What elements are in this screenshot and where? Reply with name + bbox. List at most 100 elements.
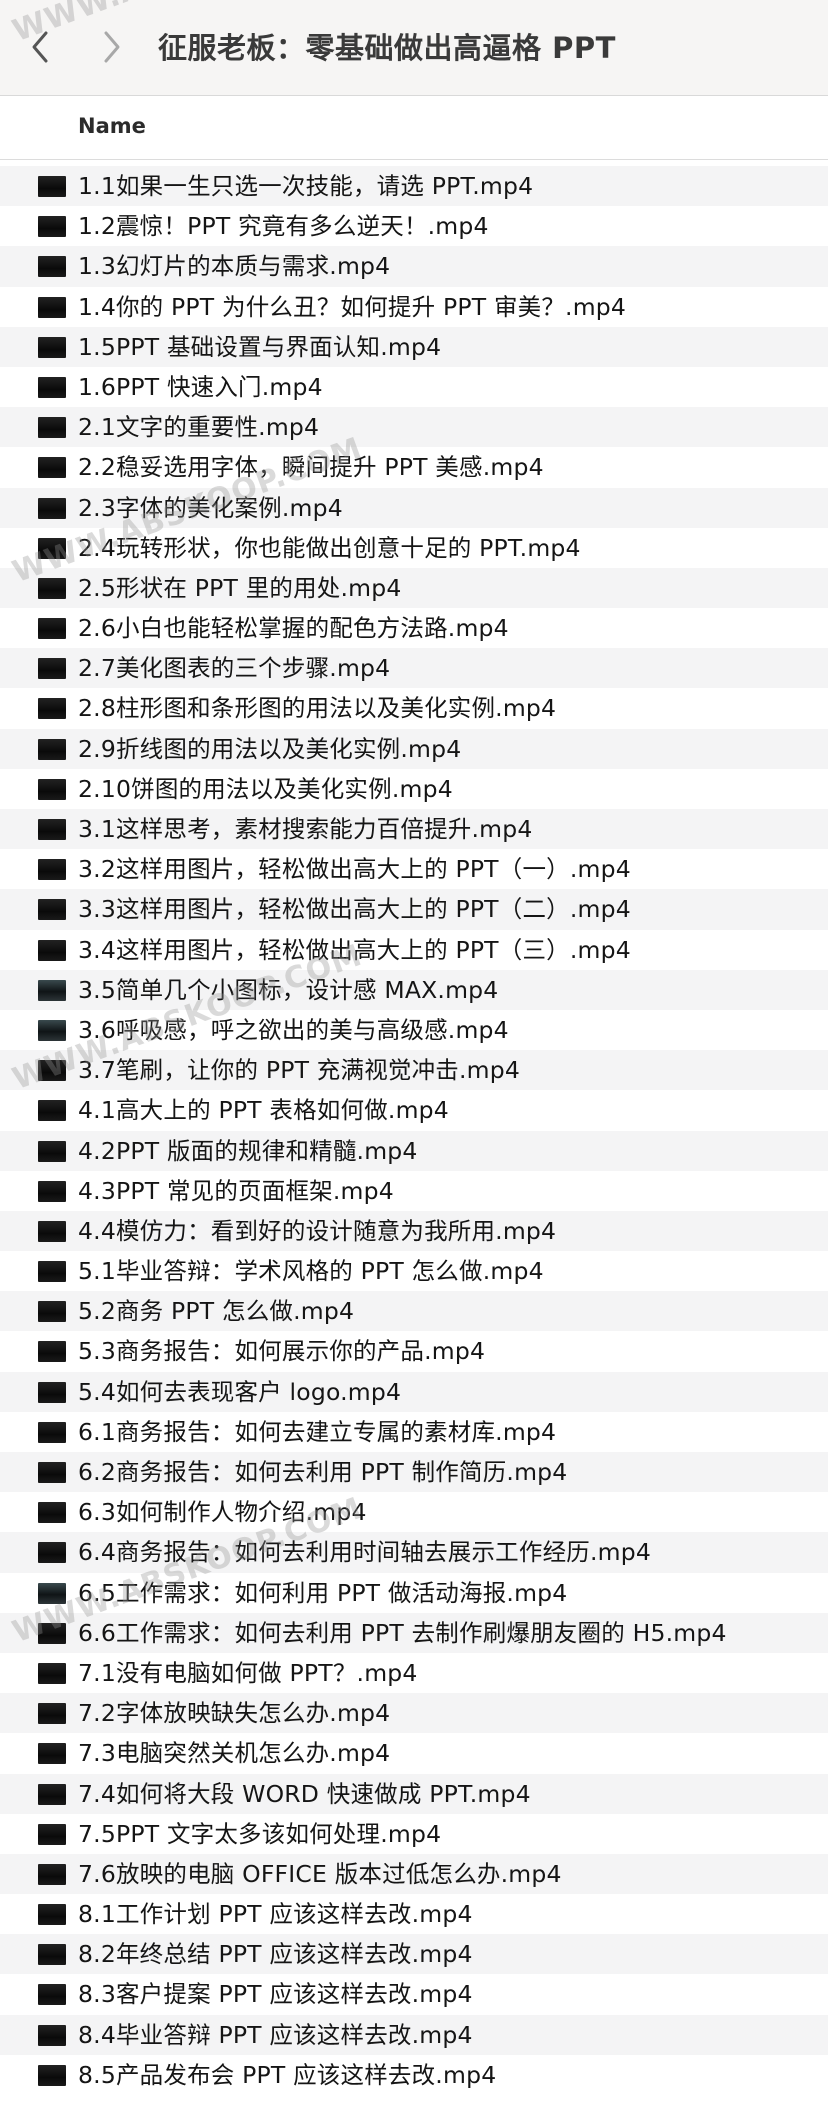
video-file-icon	[38, 1823, 66, 1845]
file-name: 2.5形状在 PPT 里的用处.mp4	[78, 573, 402, 602]
file-row[interactable]: 2.2稳妥选用字体，瞬间提升 PPT 美感.mp4	[0, 447, 828, 487]
file-row[interactable]: 2.3字体的美化案例.mp4	[0, 487, 828, 528]
file-row[interactable]: 6.4商务报告：如何去利用时间轴去展示工作经历.mp4	[0, 1532, 828, 1573]
file-row[interactable]: 2.5形状在 PPT 里的用处.mp4	[0, 567, 828, 609]
video-file-icon	[38, 899, 66, 921]
file-name: 8.3客户提案 PPT 应该这样去改.mp4	[78, 1980, 473, 2009]
video-file-icon	[38, 1904, 66, 1926]
file-row[interactable]: 7.5PPT 文字太多该如何处理.mp4	[0, 1814, 828, 1854]
file-name: 3.5简单几个小图标，设计感 MAX.mp4	[78, 975, 499, 1004]
file-row[interactable]: 2.6小白也能轻松掌握的配色方法路.mp4	[0, 608, 828, 648]
file-name: 3.2这样用图片，轻松做出高大上的 PPT（一）.mp4	[78, 855, 631, 884]
file-row[interactable]: 2.4玩转形状，你也能做出创意十足的 PPT.mp4	[0, 528, 828, 568]
video-file-icon	[38, 1502, 66, 1524]
file-row[interactable]: 6.5工作需求：如何利用 PPT 做活动海报.mp4	[0, 1573, 828, 1613]
file-name: 5.1毕业答辩：学术风格的 PPT 怎么做.mp4	[78, 1257, 544, 1286]
video-file-icon	[38, 1984, 66, 2006]
file-name: 2.3字体的美化案例.mp4	[78, 493, 343, 522]
file-name: 1.4你的 PPT 为什么丑？如何提升 PPT 审美？.mp4	[78, 292, 627, 321]
file-row[interactable]: 3.6呼吸感，呼之欲出的美与高级感.mp4	[0, 1010, 828, 1050]
video-file-icon	[38, 256, 66, 278]
file-row[interactable]: 7.3电脑突然关机怎么办.mp4	[0, 1733, 828, 1773]
video-file-icon	[38, 1662, 66, 1684]
video-file-icon	[38, 1622, 66, 1644]
file-name: 3.3这样用图片，轻松做出高大上的 PPT（二）.mp4	[78, 895, 631, 924]
video-file-icon	[38, 698, 66, 720]
file-row[interactable]: 1.3幻灯片的本质与需求.mp4	[0, 246, 828, 287]
video-file-icon	[38, 1582, 66, 1604]
file-name: 1.3幻灯片的本质与需求.mp4	[78, 252, 391, 281]
chevron-left-icon	[32, 31, 48, 63]
file-row[interactable]: 5.3商务报告：如何展示你的产品.mp4	[0, 1331, 828, 1371]
file-name: 8.4毕业答辩 PPT 应该这样去改.mp4	[78, 2020, 473, 2049]
file-name: 4.3PPT 常见的页面框架.mp4	[78, 1176, 394, 1205]
file-name: 2.9折线图的用法以及美化实例.mp4	[78, 734, 462, 763]
file-row[interactable]: 3.1这样思考，素材搜索能力百倍提升.mp4	[0, 809, 828, 850]
file-row[interactable]: 8.2年终总结 PPT 应该这样去改.mp4	[0, 1934, 828, 1975]
file-row[interactable]: 2.1文字的重要性.mp4	[0, 407, 828, 448]
file-name: 7.2字体放映缺失怎么办.mp4	[78, 1699, 391, 1728]
file-name: 2.4玩转形状，你也能做出创意十足的 PPT.mp4	[78, 533, 581, 562]
video-file-icon	[38, 417, 66, 439]
file-row[interactable]: 6.1商务报告：如何去建立专属的素材库.mp4	[0, 1412, 828, 1452]
file-row[interactable]: 3.5简单几个小图标，设计感 MAX.mp4	[0, 969, 828, 1010]
file-row[interactable]: 4.3PPT 常见的页面框架.mp4	[0, 1171, 828, 1211]
video-file-icon	[38, 1180, 66, 1202]
file-row[interactable]: 8.3客户提案 PPT 应该这样去改.mp4	[0, 1974, 828, 2014]
file-row[interactable]: 1.4你的 PPT 为什么丑？如何提升 PPT 审美？.mp4	[0, 287, 828, 327]
file-row[interactable]: 1.2震惊！PPT 究竟有多么逆天！.mp4	[0, 206, 828, 246]
file-row[interactable]: 3.3这样用图片，轻松做出高大上的 PPT（二）.mp4	[0, 889, 828, 930]
video-file-icon	[38, 1381, 66, 1403]
window-toolbar: 征服老板：零基础做出高逼格 PPT	[0, 0, 828, 96]
file-name: 5.4如何去表现客户 logo.mp4	[78, 1377, 402, 1406]
file-row[interactable]: 8.1工作计划 PPT 应该这样去改.mp4	[0, 1894, 828, 1934]
file-name: 1.5PPT 基础设置与界面认知.mp4	[78, 332, 442, 361]
file-row[interactable]: 6.3如何制作人物介绍.mp4	[0, 1492, 828, 1532]
file-row[interactable]: 7.1没有电脑如何做 PPT？.mp4	[0, 1653, 828, 1693]
video-file-icon	[38, 1944, 66, 1966]
file-row[interactable]: 2.10饼图的用法以及美化实例.mp4	[0, 769, 828, 809]
file-row[interactable]: 7.6放映的电脑 OFFICE 版本过低怎么办.mp4	[0, 1853, 828, 1895]
file-row[interactable]: 8.5产品发布会 PPT 应该这样去改.mp4	[0, 2055, 828, 2095]
file-row[interactable]: 6.6工作需求：如何去利用 PPT 去制作刷爆朋友圈的 H5.mp4	[0, 1612, 828, 1653]
file-row[interactable]: 1.6PPT 快速入门.mp4	[0, 367, 828, 407]
file-row[interactable]: 8.4毕业答辩 PPT 应该这样去改.mp4	[0, 2014, 828, 2055]
file-name: 5.3商务报告：如何展示你的产品.mp4	[78, 1337, 486, 1366]
video-file-icon	[38, 939, 66, 961]
file-row[interactable]: 1.1如果一生只选一次技能，请选 PPT.mp4	[0, 166, 828, 207]
file-name: 7.3电脑突然关机怎么办.mp4	[78, 1739, 391, 1768]
file-row[interactable]: 2.8柱形图和条形图的用法以及美化实例.mp4	[0, 688, 828, 728]
file-row[interactable]: 2.7美化图表的三个步骤.mp4	[0, 648, 828, 689]
file-row[interactable]: 1.5PPT 基础设置与界面认知.mp4	[0, 326, 828, 367]
file-row[interactable]: 5.4如何去表现客户 logo.mp4	[0, 1371, 828, 1412]
name-column-header[interactable]: Name	[78, 114, 146, 138]
file-row[interactable]: 4.1高大上的 PPT 表格如何做.mp4	[0, 1090, 828, 1130]
video-file-icon	[38, 376, 66, 398]
file-name: 8.1工作计划 PPT 应该这样去改.mp4	[78, 1900, 473, 1929]
video-file-icon	[38, 618, 66, 640]
file-name: 3.6呼吸感，呼之欲出的美与高级感.mp4	[78, 1015, 509, 1044]
forward-button[interactable]	[92, 22, 132, 72]
video-file-icon	[38, 778, 66, 800]
file-row[interactable]: 7.4如何将大段 WORD 快速做成 PPT.mp4	[0, 1773, 828, 1814]
file-row[interactable]: 3.2这样用图片，轻松做出高大上的 PPT（一）.mp4	[0, 849, 828, 889]
file-row[interactable]: 4.4模仿力：看到好的设计随意为我所用.mp4	[0, 1210, 828, 1252]
file-row[interactable]: 4.2PPT 版面的规律和精髓.mp4	[0, 1130, 828, 1171]
file-name: 4.2PPT 版面的规律和精髓.mp4	[78, 1136, 418, 1165]
file-row[interactable]: 5.2商务 PPT 怎么做.mp4	[0, 1291, 828, 1332]
file-row[interactable]: 3.7笔刷，让你的 PPT 充满视觉冲击.mp4	[0, 1050, 828, 1091]
file-row[interactable]: 7.2字体放映缺失怎么办.mp4	[0, 1693, 828, 1734]
video-file-icon	[38, 1341, 66, 1363]
video-file-icon	[38, 1019, 66, 1041]
video-file-icon	[38, 1542, 66, 1564]
video-file-icon	[38, 1060, 66, 1082]
file-name: 6.6工作需求：如何去利用 PPT 去制作刷爆朋友圈的 H5.mp4	[78, 1618, 727, 1647]
file-name: 3.4这样用图片，轻松做出高大上的 PPT（三）.mp4	[78, 935, 631, 964]
file-row[interactable]: 3.4这样用图片，轻松做出高大上的 PPT（三）.mp4	[0, 930, 828, 970]
video-file-icon	[38, 2024, 66, 2046]
file-row[interactable]: 2.9折线图的用法以及美化实例.mp4	[0, 728, 828, 769]
file-row[interactable]: 6.2商务报告：如何去利用 PPT 制作简历.mp4	[0, 1452, 828, 1493]
video-file-icon	[38, 1462, 66, 1483]
back-button[interactable]	[20, 22, 60, 72]
file-row[interactable]: 5.1毕业答辩：学术风格的 PPT 怎么做.mp4	[0, 1251, 828, 1291]
